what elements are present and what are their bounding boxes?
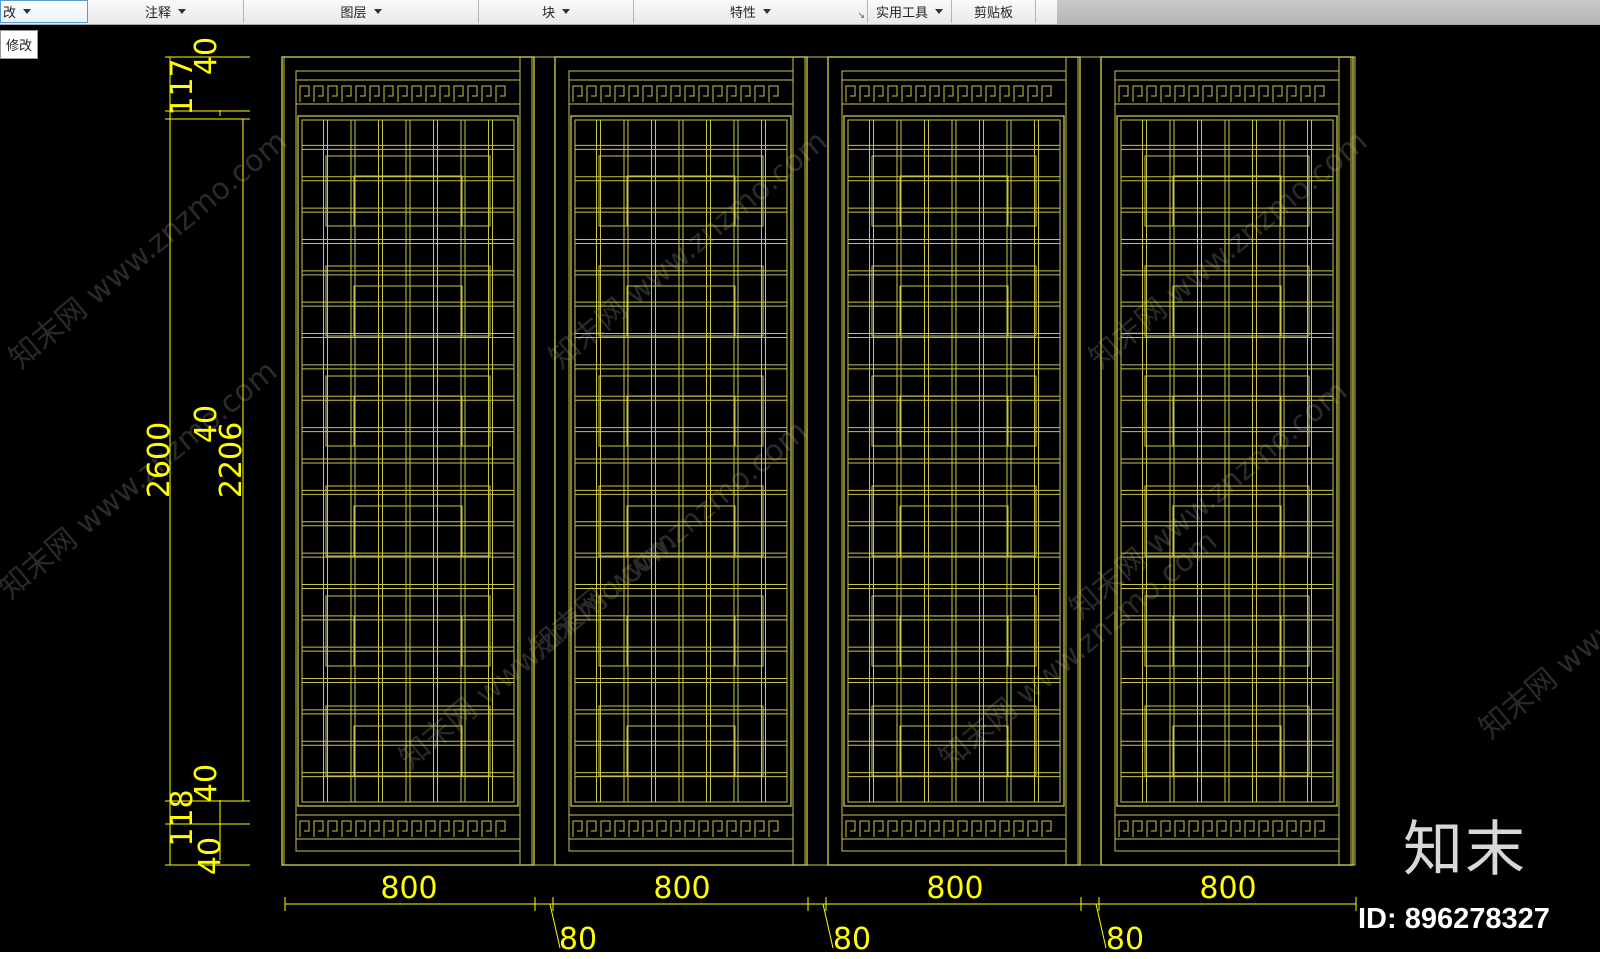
ribbon-panel-block[interactable]: 块: [479, 0, 634, 23]
dim-text-bottom-40: 40: [193, 837, 228, 875]
door-stile: [519, 56, 533, 866]
dim-text-2206: 2206: [214, 422, 249, 498]
fret-pattern: [572, 820, 779, 837]
watermark-text: 知末网 www.znzmo.com: [1473, 494, 1600, 746]
door-inner-frame: [295, 70, 521, 852]
dim-text-width-1: 800: [380, 871, 437, 906]
ribbon-panel-label: 特性: [729, 6, 756, 21]
fret-band-bottom: [568, 814, 794, 840]
watermark-id: ID: 896278327: [1358, 903, 1550, 935]
chevron-down-icon: [23, 9, 32, 14]
ribbon-panel-label: 剪贴板: [973, 6, 1013, 21]
dim-text-width-3: 800: [926, 871, 983, 906]
ribbon-panel-clipboard[interactable]: 剪贴板: [952, 0, 1036, 23]
chevron-down-icon: [373, 9, 382, 14]
ribbon-empty-area: [1057, 0, 1600, 24]
lattice-motif-inner: [353, 175, 463, 227]
fret-pattern: [845, 820, 1052, 837]
dim-text-2600: 2600: [142, 422, 177, 498]
fret-band-top: [295, 79, 521, 105]
fret-band-bottom: [1114, 814, 1340, 840]
lattice-motif-inner: [1172, 725, 1282, 777]
command-line-edge: [0, 952, 1600, 959]
cad-drawing-canvas[interactable]: 知末网 www.znzmo.com 知末网 www.znzmo.com 知末网 ww…: [0, 27, 1600, 952]
dim-text-width-4: 800: [1199, 871, 1256, 906]
ribbon-panel-bar: 改 注释 图层 块 特性 ↘ 实用工具 剪贴板: [0, 0, 1600, 25]
ribbon-panel-annotation[interactable]: 注释: [88, 0, 244, 23]
lattice-motif-inner: [353, 615, 463, 667]
fret-pattern: [1118, 820, 1325, 837]
fret-band-top: [1114, 79, 1340, 105]
lattice-motif-inner: [353, 395, 463, 447]
dim-leader: [822, 903, 834, 949]
lattice-motif-inner: [899, 285, 1009, 337]
ribbon-panel-label: 注释: [144, 6, 171, 21]
ribbon-panel-modify[interactable]: 改: [0, 0, 88, 23]
lattice-motif-inner: [626, 395, 736, 447]
ribbon-panel-properties[interactable]: 特性 ↘: [634, 0, 868, 23]
dim-text-gap-1: 80: [559, 922, 597, 952]
ribbon-panel-label: 块: [541, 6, 555, 21]
fret-band-top: [568, 79, 794, 105]
lattice-motif-inner: [899, 505, 1009, 557]
lattice-motif-inner: [899, 175, 1009, 227]
lattice-motif-inner: [899, 615, 1009, 667]
dim-leader: [1095, 903, 1107, 949]
ribbon-panel-label: 改: [3, 6, 17, 21]
fret-pattern: [299, 820, 506, 837]
lattice-motif-inner: [1172, 615, 1282, 667]
fret-pattern: [845, 85, 1052, 102]
door-stile: [1065, 56, 1079, 866]
lattice-motif-inner: [899, 395, 1009, 447]
watermark-text: 知末网 www.znzmo.com: [1083, 124, 1374, 376]
fret-pattern: [299, 85, 506, 102]
watermark-text: 知末网 www.znzmo.com: [393, 524, 684, 776]
chevron-down-icon: [935, 9, 943, 14]
dim-text-gap-2: 80: [833, 922, 871, 952]
fret-pattern: [572, 85, 779, 102]
dialog-launcher-icon[interactable]: ↘: [857, 11, 865, 21]
chevron-down-icon: [178, 9, 186, 14]
fret-band-bottom: [295, 814, 521, 840]
lattice-motif-inner: [353, 285, 463, 337]
fret-band-top: [841, 79, 1067, 105]
lattice-motif-inner: [626, 725, 736, 777]
fret-band-bottom: [841, 814, 1067, 840]
ribbon-panel-label: 图层: [340, 6, 367, 21]
dim-text-width-2: 800: [653, 871, 710, 906]
chevron-down-icon: [562, 9, 570, 14]
ribbon-panel-utilities[interactable]: 实用工具: [868, 0, 952, 23]
watermark-logo: 知末: [1403, 815, 1527, 885]
dim-text-gap-3: 80: [1106, 922, 1144, 952]
lattice-motif-inner: [353, 505, 463, 557]
fret-pattern: [1118, 85, 1325, 102]
watermark-text: 知末网 www.znzmo.com: [3, 124, 294, 376]
chevron-down-icon: [763, 9, 771, 14]
ribbon-panel-layers[interactable]: 图层: [244, 0, 479, 23]
lattice-motif-inner: [626, 615, 736, 667]
ribbon-panel-label: 实用工具: [875, 6, 928, 21]
